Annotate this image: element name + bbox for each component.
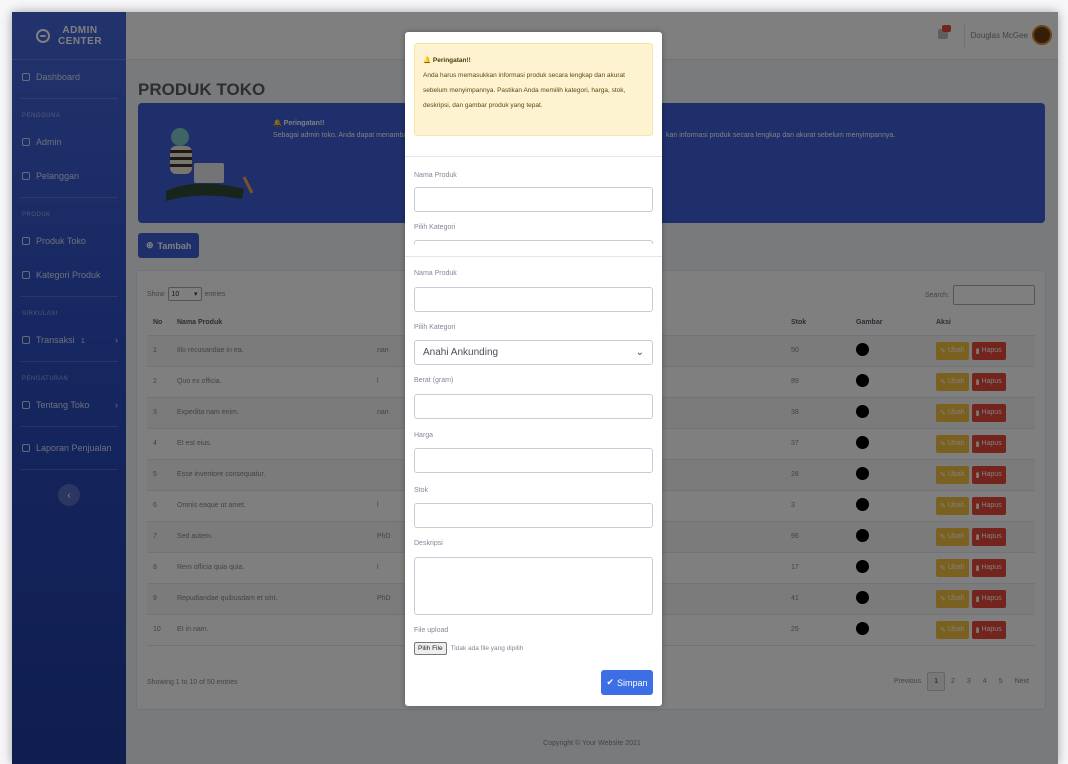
berat-label: Berat (gram)	[414, 377, 454, 384]
modal-warning-alert: 🔔 Peringatan!! Anda harus memasukkan inf…	[414, 43, 653, 136]
modal-alert-text: Anda harus memasukkan informasi produk s…	[423, 72, 626, 109]
harga-label: Harga	[414, 432, 434, 439]
file-upload-label: File upload	[414, 627, 449, 634]
deskripsi-label: Deskripsi	[414, 540, 443, 547]
kategori-label-top: Pilih Kategori	[414, 224, 456, 231]
choose-file-button[interactable]: Pilih File	[414, 642, 447, 655]
nama-produk-input[interactable]	[414, 287, 653, 312]
berat-input[interactable]	[414, 394, 653, 419]
file-status: Tidak ada file yang dipilih	[450, 645, 524, 652]
kategori-select-top[interactable]	[414, 240, 653, 244]
kategori-select[interactable]: Anahi Ankunding ⌄	[414, 340, 653, 365]
add-product-modal: 🔔 Peringatan!! Anda harus memasukkan inf…	[405, 32, 662, 706]
stok-input[interactable]	[414, 503, 653, 528]
harga-input[interactable]	[414, 448, 653, 473]
deskripsi-textarea[interactable]	[414, 557, 653, 615]
save-button[interactable]: ✔ Simpan	[601, 670, 653, 695]
stok-label: Stok	[414, 487, 429, 494]
nama-produk-input-top[interactable]	[414, 187, 653, 212]
chevron-down-icon: ⌄	[635, 347, 644, 358]
kategori-label: Pilih Kategori	[414, 324, 456, 331]
nama-produk-label: Nama Produk	[414, 270, 457, 277]
check-icon: ✔	[606, 677, 615, 687]
file-upload: Pilih File Tidak ada file yang dipilih	[414, 642, 523, 655]
modal-alert-title: 🔔 Peringatan!!	[423, 57, 471, 64]
divider	[405, 156, 662, 157]
nama-produk-label-top: Nama Produk	[414, 172, 457, 179]
divider	[405, 256, 662, 257]
